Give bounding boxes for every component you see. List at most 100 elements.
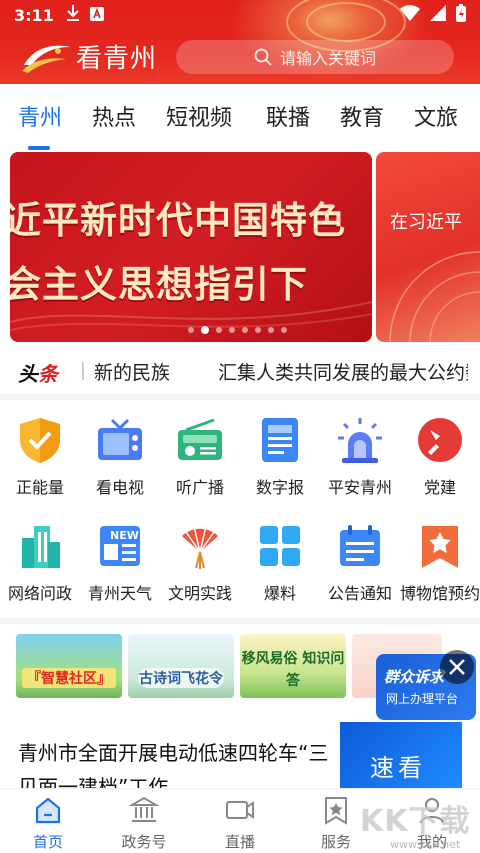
logo-swirl-icon (22, 45, 70, 73)
status-bar: 3:11 (0, 0, 480, 30)
app-logo: 看青州 (20, 38, 157, 75)
article-thumbnail[interactable]: 速看 (340, 722, 462, 788)
wifi-icon (400, 5, 420, 25)
newspaper-icon (262, 418, 298, 462)
service-label: 数字报 (255, 478, 304, 497)
government-building-icon (128, 796, 160, 822)
search-input[interactable]: 请输入关键词 (176, 40, 454, 74)
nav-live[interactable]: 直播 (200, 795, 280, 852)
tab-hot[interactable]: 热点 (92, 100, 136, 132)
carousel-dot[interactable] (229, 327, 235, 333)
search-icon (254, 48, 272, 66)
tab-short-video[interactable]: 短视频 (166, 100, 232, 132)
service-label: 听广播 (175, 478, 224, 497)
status-time: 3:11 (14, 5, 54, 25)
headline-item[interactable]: 汇集人类共同发展的最大公约数 (218, 358, 468, 385)
service-tip-off[interactable]: 爆料 (240, 522, 320, 604)
tab-culture-travel[interactable]: 文旅 (414, 100, 458, 132)
banner-title-line1: 近平新时代中国特色 (10, 199, 346, 242)
watermark-url: www.kkx.net (390, 838, 461, 851)
service-label: 正能量 (15, 478, 64, 497)
service-label: 公告通知 (327, 584, 392, 603)
nav-label: 政务号 (121, 833, 167, 851)
close-icon (449, 659, 465, 675)
nav-home[interactable]: 首页 (8, 795, 88, 852)
home-icon (35, 797, 61, 824)
service-party-building[interactable]: 党建 (400, 416, 480, 498)
service-label: 文明实践 (167, 584, 232, 603)
carousel-dot-active[interactable] (201, 326, 209, 334)
carousel-dot[interactable] (255, 327, 261, 333)
service-label: 青州天气 (87, 584, 152, 603)
banner-next-title: 在习近平 (390, 212, 462, 233)
service-digital-paper[interactable]: 数字报 (240, 416, 320, 498)
banner-pattern (10, 301, 372, 331)
service-online-inquiry[interactable]: 网络问政 (0, 522, 80, 604)
carousel-dots (188, 326, 287, 334)
banner-slide[interactable]: 近平新时代中国特色 会主义思想指引下 (10, 152, 372, 342)
radio-icon (178, 418, 222, 460)
float-card-title: 群众诉求 (384, 668, 445, 686)
float-card-subtitle: 网上办理平台 (386, 692, 459, 706)
section-divider (0, 618, 480, 624)
service-safe-qingzhou[interactable]: 平安青州 (320, 416, 400, 498)
thumbnail-caption: 古诗词飞花令 (138, 668, 224, 688)
service-label: 爆料 (263, 584, 296, 603)
headline-tag-part1: 头 (18, 362, 38, 386)
carousel-dot[interactable] (268, 327, 274, 333)
headline-tag-part2: 条 (38, 362, 58, 386)
headline-item[interactable]: 新的民族 (94, 358, 170, 385)
thumbnail-customs-quiz[interactable]: 移风易俗 知识问答 (240, 634, 346, 698)
grid-icon (260, 526, 300, 566)
shield-check-icon (20, 418, 60, 463)
article-title[interactable]: 青州市全面开展电动低速四轮车“三见面一建档”工作 (18, 736, 330, 788)
service-label: 党建 (423, 478, 456, 497)
banner-next-slide[interactable]: 在习近平 (376, 152, 480, 342)
close-button[interactable] (440, 650, 474, 684)
app-notify-icon (89, 6, 104, 25)
service-weather[interactable]: NEW 青州天气 (80, 522, 160, 604)
service-positive-energy[interactable]: 正能量 (0, 416, 80, 498)
nav-label: 直播 (224, 833, 255, 851)
tv-icon (98, 418, 142, 460)
police-light-icon (338, 418, 382, 463)
star-bookmark-icon (422, 526, 458, 568)
service-museum-booking[interactable]: 博物馆预约 (400, 522, 480, 604)
carousel-dot[interactable] (242, 327, 248, 333)
tab-qingzhou[interactable]: 青州 (18, 100, 62, 132)
battery-icon (456, 4, 466, 26)
service-civilization-practice[interactable]: 文明实践 (160, 522, 240, 604)
search-placeholder: 请输入关键词 (280, 49, 377, 68)
thumbnail-poetry[interactable]: 古诗词飞花令 (128, 634, 234, 698)
video-camera-icon (226, 801, 254, 819)
service-label: 博物馆预约 (400, 584, 480, 603)
tab-education[interactable]: 教育 (340, 100, 384, 132)
service-star-icon (325, 797, 347, 825)
fan-icon (179, 525, 221, 569)
headline-tag: 头条 (18, 358, 58, 387)
carousel-dot[interactable] (216, 327, 222, 333)
tab-broadcast[interactable]: 联播 (266, 100, 310, 132)
section-divider (0, 394, 480, 400)
news-icon: NEW (100, 526, 140, 566)
channel-tabs: 青州 热点 短视频 联播 教育 文旅 (0, 86, 480, 148)
watermark: KK下载 (360, 804, 471, 839)
thumbnail-caption: 移风易俗 知识问答 (241, 651, 345, 689)
signal-icon (430, 5, 446, 25)
carousel-dot[interactable] (281, 327, 287, 333)
service-label: 平安青州 (327, 478, 392, 497)
nav-gov-accounts[interactable]: 政务号 (104, 795, 184, 852)
service-radio[interactable]: 听广播 (160, 416, 240, 498)
carousel-dot[interactable] (188, 327, 194, 333)
ticker-divider (82, 362, 84, 380)
svg-text:NEW: NEW (110, 529, 139, 542)
thumbnail-caption: 『智慧社区』 (22, 668, 116, 688)
headline-ticker[interactable]: 头条 新的民族 汇集人类共同发展的最大公约数 (0, 350, 480, 390)
article-thumbnail-text: 速看 (370, 754, 426, 782)
service-announcements[interactable]: 公告通知 (320, 522, 400, 604)
service-label: 网络问政 (7, 584, 72, 603)
thumbnail-smart-community[interactable]: 『智慧社区』 (16, 634, 122, 698)
party-emblem-icon (418, 418, 462, 462)
calendar-icon (340, 525, 380, 566)
service-watch-tv[interactable]: 看电视 (80, 416, 160, 498)
